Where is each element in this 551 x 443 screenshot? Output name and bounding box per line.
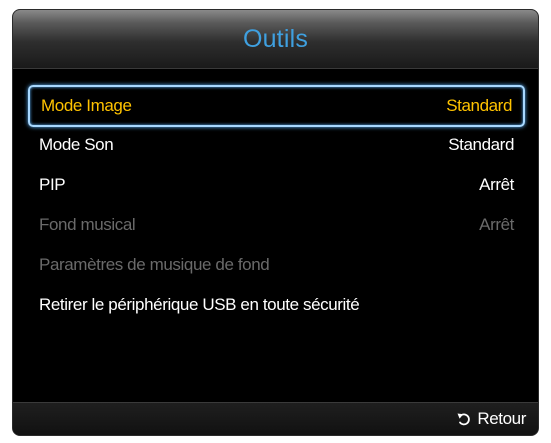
menu-item-label: Mode Son <box>39 135 114 154</box>
menu-item-label: Fond musical <box>39 215 136 234</box>
menu-item-value: Standard <box>446 96 512 115</box>
menu-item-parametres-musique-fond: Paramètres de musique de fond <box>28 245 525 285</box>
menu-item-value: Arrêt <box>479 175 514 194</box>
menu-item-label: Paramètres de musique de fond <box>39 255 270 274</box>
return-arrow-icon <box>457 413 471 426</box>
menu-item-pip[interactable]: PIP Arrêt <box>28 165 525 205</box>
menu-item-label: Mode Image <box>41 96 132 115</box>
menu-item-label: PIP <box>39 175 66 194</box>
return-button[interactable]: Retour <box>456 409 526 429</box>
return-label: Retour <box>477 409 526 428</box>
dialog-footer: Retour <box>13 402 538 435</box>
menu-item-retirer-usb[interactable]: Retirer le périphérique USB en toute séc… <box>28 285 525 325</box>
menu-item-value: Standard <box>448 135 514 154</box>
menu-item-mode-son[interactable]: Mode Son Standard <box>28 125 525 165</box>
menu-item-label: Retirer le périphérique USB en toute séc… <box>39 295 360 314</box>
dialog-title: Outils <box>242 25 309 53</box>
tools-dialog: Outils Mode Image Standard Mode Son Stan… <box>12 9 539 436</box>
menu-item-mode-image[interactable]: Mode Image Standard <box>28 85 525 127</box>
dialog-header: Outils <box>13 10 538 69</box>
tools-menu: Mode Image Standard Mode Son Standard PI… <box>28 85 525 325</box>
menu-item-fond-musical: Fond musical Arrêt <box>28 205 525 245</box>
menu-item-value: Arrêt <box>479 215 514 234</box>
